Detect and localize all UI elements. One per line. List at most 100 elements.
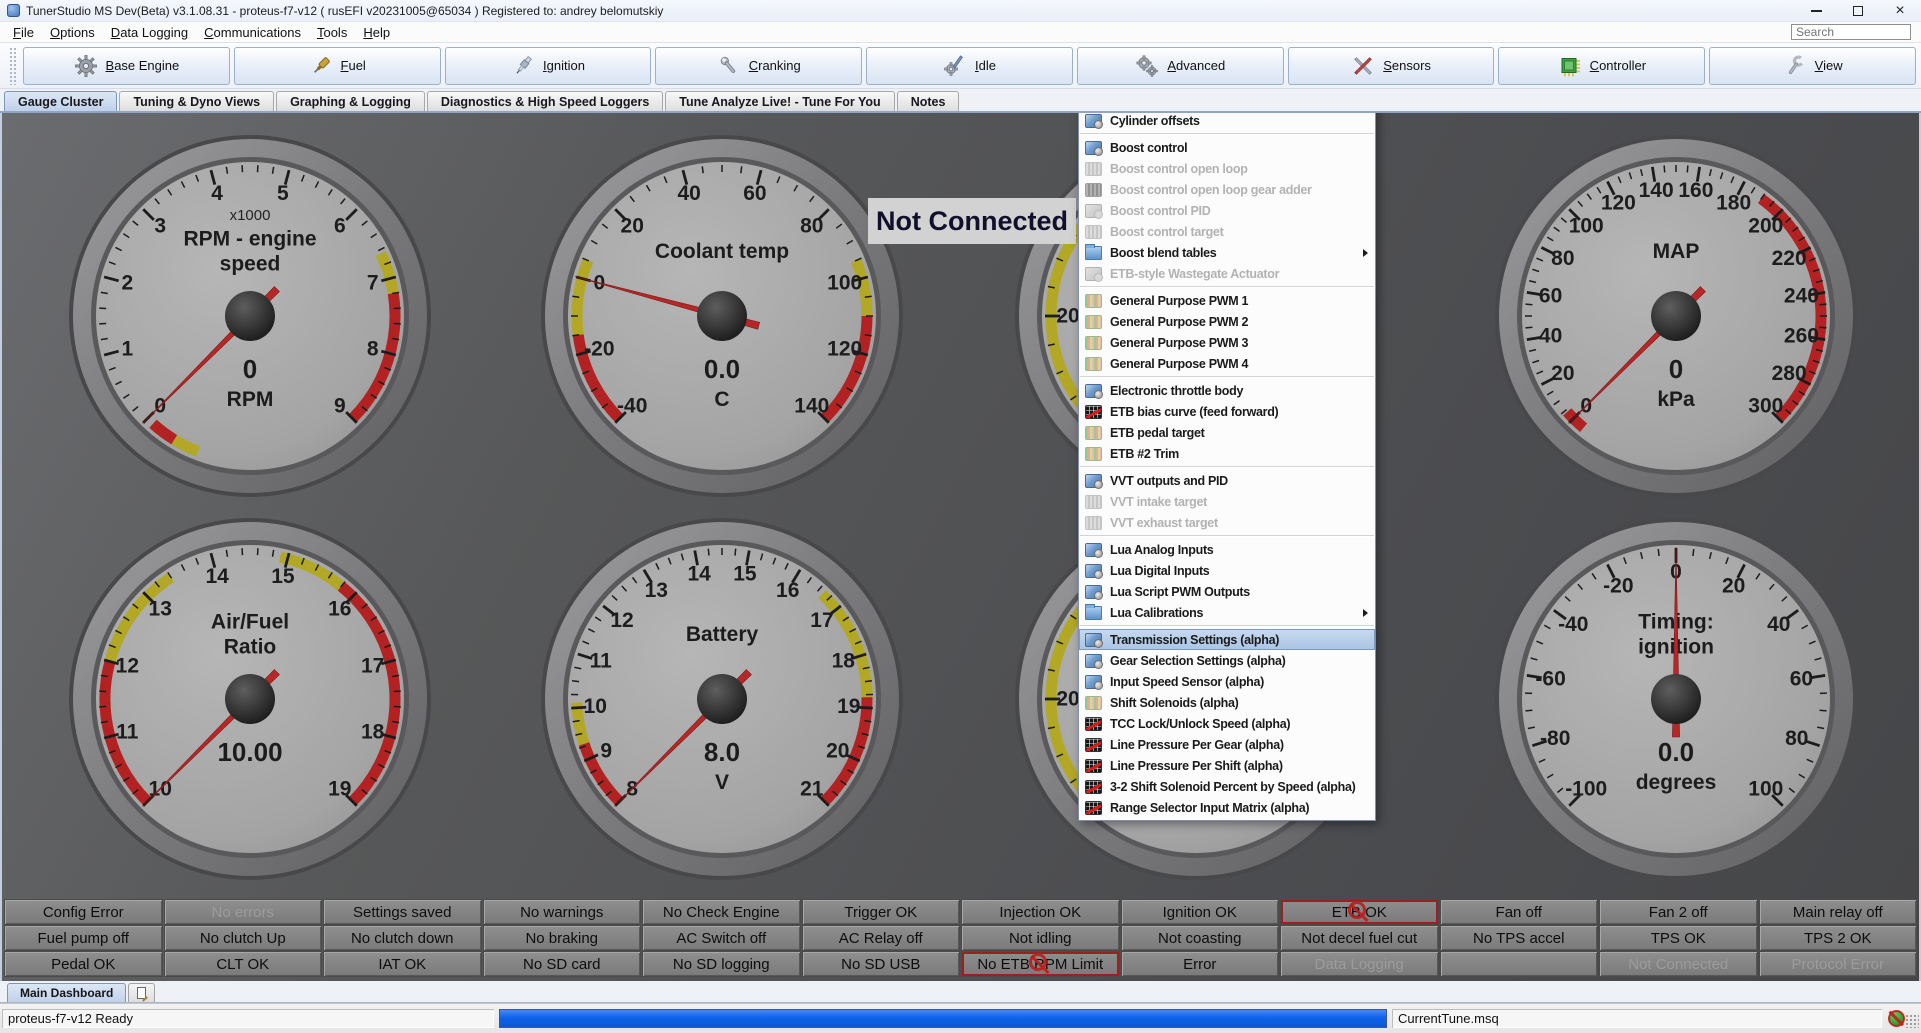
menu-item-etb-2-trim[interactable]: ETB #2 Trim (1079, 443, 1375, 464)
menu-item-3-2-shift-solenoid-percent-by-speed-alpha[interactable]: 3-2 Shift Solenoid Percent by Speed (alp… (1079, 776, 1375, 797)
indicator-blank (1441, 952, 1598, 976)
pwm-icon (1085, 447, 1102, 461)
menu-options[interactable]: Options (42, 23, 103, 42)
menu-item-lua-calibrations[interactable]: Lua Calibrations (1079, 602, 1375, 623)
indicator-label: No SD card (523, 956, 601, 973)
tab-tuning-dyno-views[interactable]: Tuning & Dyno Views (119, 91, 274, 111)
menu-help[interactable]: Help (355, 23, 398, 42)
menu-item-boost-blend-tables[interactable]: Boost blend tables (1079, 242, 1375, 263)
indicator-no-sd-logging: No SD logging (643, 952, 800, 976)
menu-item-lua-digital-inputs[interactable]: Lua Digital Inputs (1079, 560, 1375, 581)
menu-item-general-purpose-pwm-1[interactable]: General Purpose PWM 1 (1079, 290, 1375, 311)
indicator-no-errors: No errors (165, 900, 322, 924)
menu-item-lua-analog-inputs[interactable]: Lua Analog Inputs (1079, 539, 1375, 560)
indicator-label: AC Relay off (839, 930, 923, 947)
menu-item-input-speed-sensor-alpha[interactable]: Input Speed Sensor (alpha) (1079, 671, 1375, 692)
menu-item-electronic-throttle-body[interactable]: Electronic throttle body (1079, 380, 1375, 401)
menu-separator (1080, 286, 1374, 288)
tbl-dark-icon (1085, 183, 1102, 197)
menubar-items: FileOptionsData LoggingCommunicationsToo… (5, 23, 398, 42)
fuel-button[interactable]: Fuel (234, 47, 441, 85)
ignition-button[interactable]: Ignition (445, 47, 652, 85)
controller-button[interactable]: Controller (1498, 47, 1705, 85)
curve-icon (1085, 801, 1102, 815)
indicator-config-error: Config Error (5, 900, 162, 924)
advanced-button[interactable]: Advanced (1077, 47, 1284, 85)
indicator-label: IAT OK (378, 956, 426, 973)
indicator-ignition-ok: Ignition OK (1122, 900, 1279, 924)
cranking-button[interactable]: Cranking (655, 47, 862, 85)
toolbar-button-label: Idle (975, 58, 996, 73)
dlg-icon (1085, 114, 1102, 128)
menu-data-logging[interactable]: Data Logging (103, 23, 196, 42)
menu-item-shift-solenoids-alpha[interactable]: Shift Solenoids (alpha) (1079, 692, 1375, 713)
restore-button[interactable] (1837, 0, 1879, 22)
search-input[interactable] (1791, 24, 1911, 40)
dlg-icon (1085, 474, 1102, 488)
sensors-button[interactable]: Sensors (1288, 47, 1495, 85)
indicator-no-clutch-down: No clutch down (324, 926, 481, 950)
menu-item-gear-selection-settings-alpha[interactable]: Gear Selection Settings (alpha) (1079, 650, 1375, 671)
toolbar-drag-handle[interactable] (9, 47, 16, 85)
tab-notes[interactable]: Notes (897, 91, 960, 111)
menu-tools[interactable]: Tools (309, 23, 355, 42)
menu-item-range-selector-input-matrix-alpha[interactable]: Range Selector Input Matrix (alpha) (1079, 797, 1375, 818)
menu-item-label: VVT intake target (1110, 495, 1207, 509)
tab-gauge-cluster[interactable]: Gauge Cluster (4, 91, 117, 111)
menu-item-transmission-settings-alpha[interactable]: Transmission Settings (alpha) (1079, 629, 1375, 650)
indicator-no-clutch-up: No clutch Up (165, 926, 322, 950)
menu-item-label: General Purpose PWM 3 (1110, 336, 1248, 350)
statusbar-progress-bar (499, 1009, 1387, 1028)
menu-item-line-pressure-per-shift-alpha[interactable]: Line Pressure Per Shift (alpha) (1079, 755, 1375, 776)
menu-item-general-purpose-pwm-4[interactable]: General Purpose PWM 4 (1079, 353, 1375, 374)
view-button[interactable]: View (1709, 47, 1916, 85)
tab-tune-analyze-live-tune-for-you[interactable]: Tune Analyze Live! - Tune For You (665, 91, 894, 111)
menu-item-boost-control-open-loop: Boost control open loop (1079, 158, 1375, 179)
dlg-icon (1085, 675, 1102, 689)
gears-icon (1135, 54, 1159, 78)
dlg-icon (1085, 633, 1102, 647)
tab-diagnostics-high-speed-loggers[interactable]: Diagnostics & High Speed Loggers (427, 91, 663, 111)
indicator-label: No SD USB (841, 956, 920, 973)
window-titlebar: TunerStudio MS Dev(Beta) v3.1.08.31 - pr… (0, 0, 1921, 22)
new-dashboard-tab-button[interactable] (128, 983, 155, 1002)
menu-item-label: ETB bias curve (feed forward) (1110, 405, 1278, 419)
tab-main-dashboard[interactable]: Main Dashboard (7, 983, 126, 1002)
menu-item-label: Boost blend tables (1110, 246, 1216, 260)
dlg-icon (1085, 384, 1102, 398)
menu-item-etb-pedal-target[interactable]: ETB pedal target (1079, 422, 1375, 443)
indicator-label: TPS 2 OK (1804, 930, 1872, 947)
menu-item-lua-script-pwm-outputs[interactable]: Lua Script PWM Outputs (1079, 581, 1375, 602)
menu-item-general-purpose-pwm-3[interactable]: General Purpose PWM 3 (1079, 332, 1375, 353)
menu-item-general-purpose-pwm-2[interactable]: General Purpose PWM 2 (1079, 311, 1375, 332)
base-engine-button[interactable]: Base Engine (23, 47, 230, 85)
indicator-not-coasting: Not coasting (1122, 926, 1279, 950)
menu-communications[interactable]: Communications (196, 23, 309, 42)
indicator-label: Not Connected (1628, 956, 1728, 973)
tab-graphing-logging[interactable]: Graphing & Logging (276, 91, 425, 111)
wrench-icon (717, 54, 741, 78)
menu-item-label: Lua Digital Inputs (1110, 564, 1209, 578)
menu-separator (1080, 466, 1374, 468)
menu-file[interactable]: File (5, 23, 42, 42)
menu-item-etb-bias-curve-feed-forward[interactable]: ETB bias curve (feed forward) (1079, 401, 1375, 422)
idle-button[interactable]: Idle (866, 47, 1073, 85)
folder-icon (1085, 246, 1102, 260)
connection-status-icon (1889, 1011, 1904, 1026)
indicator-label: Fuel pump off (38, 930, 129, 947)
menu-item-boost-control[interactable]: Boost control (1079, 137, 1375, 158)
menu-item-label: 3-2 Shift Solenoid Percent by Speed (alp… (1110, 780, 1355, 794)
menu-item-vvt-outputs-and-pid[interactable]: VVT outputs and PID (1079, 470, 1375, 491)
dlg-icon (1085, 654, 1102, 668)
window-resize-grip[interactable] (1905, 1014, 1919, 1028)
toolbar-buttons: Base EngineFuelIgnitionCranking Idle Advan… (21, 47, 1918, 85)
pwm-icon (1085, 357, 1102, 371)
minimize-button[interactable] (1795, 0, 1837, 22)
menu-item-cylinder-offsets[interactable]: Cylinder offsets (1079, 110, 1375, 131)
menu-item-vvt-intake-target: VVT intake target (1079, 491, 1375, 512)
menu-item-vvt-exhaust-target: VVT exhaust target (1079, 512, 1375, 533)
menu-item-label: General Purpose PWM 1 (1110, 294, 1248, 308)
close-button[interactable]: × (1879, 0, 1921, 22)
menu-item-line-pressure-per-gear-alpha[interactable]: Line Pressure Per Gear (alpha) (1079, 734, 1375, 755)
menu-item-tcc-lock-unlock-speed-alpha[interactable]: TCC Lock/Unlock Speed (alpha) (1079, 713, 1375, 734)
